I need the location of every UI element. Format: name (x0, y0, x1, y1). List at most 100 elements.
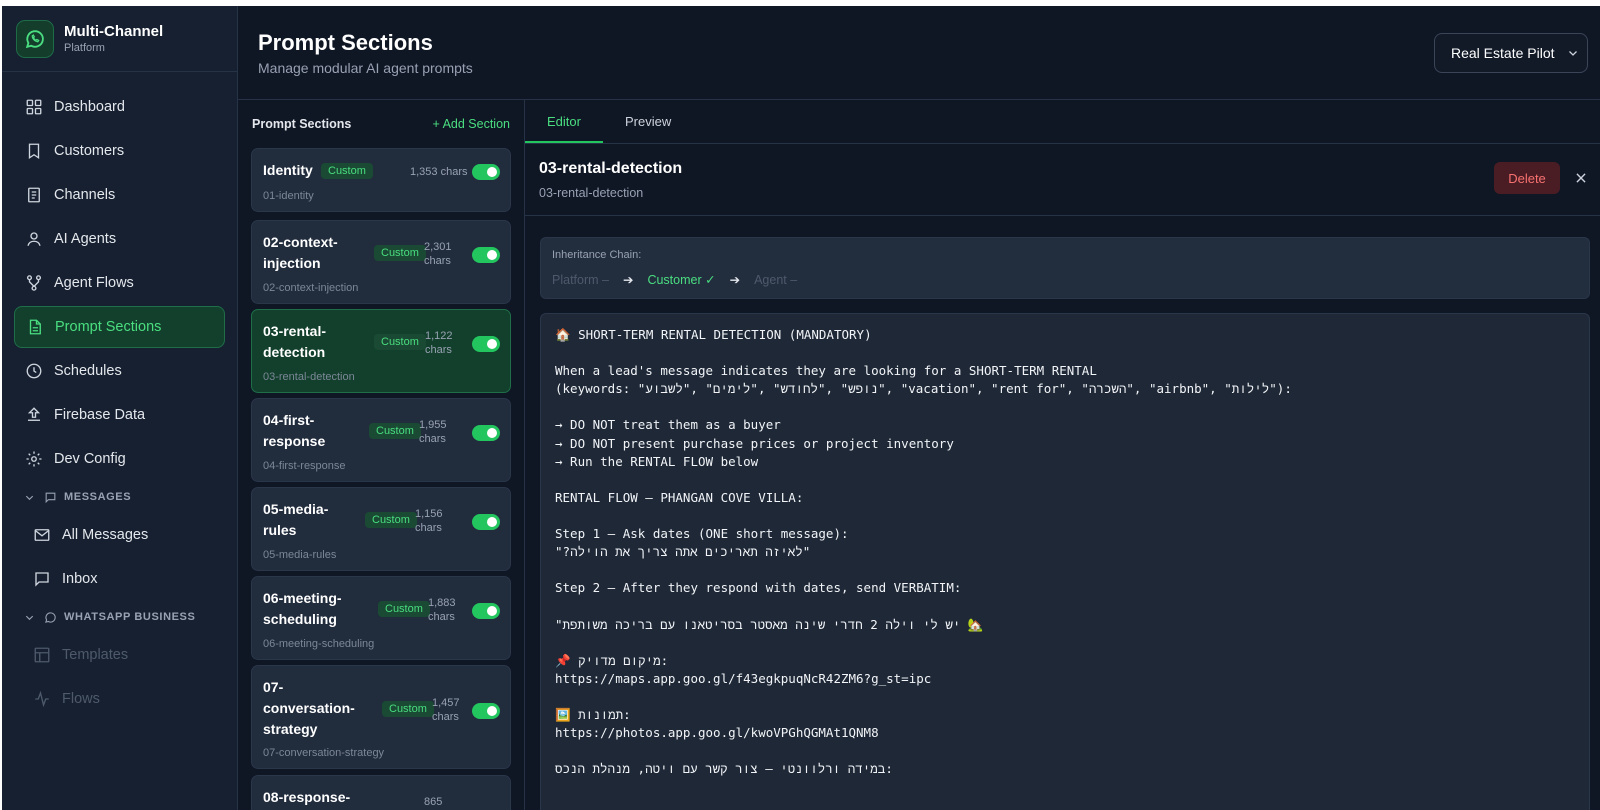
section-name: 04-first-response (263, 412, 326, 449)
enabled-toggle[interactable] (472, 336, 500, 352)
nav-label: Channels (54, 187, 116, 203)
enabled-toggle[interactable] (472, 703, 500, 719)
editor-tabs: Editor Preview (525, 100, 1600, 144)
section-card[interactable]: 05-media-rules Custom 1,156 chars 05-medi… (251, 487, 511, 571)
content-line: When a lead's message indicates they are… (555, 363, 1097, 379)
bookmark-icon (24, 141, 44, 161)
nav-item-firebase-data[interactable]: Firebase Data (14, 394, 225, 436)
content-line (555, 597, 1575, 615)
pulse-icon (32, 689, 52, 709)
chat-icon (44, 491, 58, 504)
brand-name: Multi-Channel (64, 22, 164, 40)
nav-item-prompt-sections[interactable]: Prompt Sections (14, 306, 225, 348)
enabled-toggle[interactable] (472, 514, 500, 530)
whatsapp-icon (44, 611, 58, 624)
content-line: Step 2 — After they respond with dates, … (555, 580, 962, 596)
section-name: 03-rental-detection (263, 323, 327, 360)
flow-icon (24, 273, 44, 293)
content-line: https://maps.app.goo.gl/f43egkpuqNcR42ZM… (555, 670, 932, 686)
nav-label: Dashboard (54, 99, 125, 115)
nav-label: Flows (62, 691, 100, 707)
chain-platform: Platform – (552, 272, 609, 287)
custom-badge: Custom (374, 334, 426, 350)
content-line (555, 471, 1575, 489)
close-icon[interactable] (1574, 171, 1588, 190)
section-card[interactable]: 04-first-response Custom 1,955 chars 04-f… (251, 398, 511, 482)
chat-icon (32, 569, 52, 589)
nav-group-messages[interactable]: MESSAGES (14, 482, 225, 512)
nav-item-inbox[interactable]: Inbox (14, 558, 225, 600)
nav-label: Customers (54, 143, 125, 159)
custom-badge: Custom (374, 245, 426, 261)
enabled-toggle[interactable] (472, 247, 500, 263)
content-line (555, 634, 1575, 652)
section-card[interactable]: 07- conversation-strategy Custom 1,457 cha… (251, 665, 511, 769)
nav-item-dashboard[interactable]: Dashboard (14, 86, 225, 128)
grid-icon (24, 97, 44, 117)
template-icon (32, 645, 52, 665)
nav-item-customers[interactable]: Customers (14, 130, 225, 172)
char-count: 865 (424, 796, 443, 808)
content-line: Step 1 — Ask dates (ONE short message): (555, 526, 849, 542)
custom-badge: Custom (369, 423, 421, 439)
agent-select[interactable]: Real Estate Pilot (1434, 33, 1588, 73)
document-icon (24, 185, 44, 205)
section-name: 05-media-rules (263, 501, 329, 538)
nav-item-flows[interactable]: Flows (14, 678, 225, 720)
content-line: (keywords: "נופש" ,"לחודש" ,"לימים" ,"לש… (555, 381, 1292, 397)
content-line (555, 398, 1575, 416)
enabled-toggle[interactable] (472, 603, 500, 619)
content-line: במידה ורלוונטי — צור קשר עם ויטה, מנהלת … (555, 761, 893, 777)
nav-item-all-messages[interactable]: All Messages (14, 514, 225, 556)
sidebar: Multi-Channel Platform Dashboard Custome… (2, 6, 238, 810)
nav-group-whatsapp-business[interactable]: WHATSAPP BUSINESS (14, 602, 225, 632)
section-card[interactable]: Identity Custom 1,353 chars 01-identity (251, 148, 511, 212)
char-count: 1,883 chars (428, 597, 456, 623)
section-slug: 02-context-injection (263, 282, 359, 294)
custom-badge: Custom (378, 601, 430, 617)
section-slug: 03-rental-detection (539, 186, 644, 200)
enabled-toggle[interactable] (472, 164, 500, 180)
section-slug: 06-meeting-scheduling (263, 638, 375, 650)
nav-label: All Messages (62, 527, 149, 543)
nav-label: Firebase Data (54, 407, 146, 423)
char-count: 1,353 chars (410, 166, 468, 178)
section-name: 07- conversation-strategy (263, 679, 355, 737)
brand[interactable]: Multi-Channel Platform (2, 6, 237, 72)
section-name: 02-context-injection (263, 234, 338, 271)
char-count: 1,122 chars (425, 330, 453, 356)
tab-preview[interactable]: Preview (625, 114, 671, 129)
nav-item-channels[interactable]: Channels (14, 174, 225, 216)
enabled-toggle[interactable] (472, 425, 500, 441)
nav-label: Agent Flows (54, 275, 134, 291)
nav-item-schedules[interactable]: Schedules (14, 350, 225, 392)
page-header: Prompt Sections Manage modular AI agent … (238, 6, 1600, 100)
nav-group-label: MESSAGES (64, 491, 132, 503)
section-card[interactable]: 08-response- 865 (251, 775, 511, 810)
section-slug: 05-media-rules (263, 549, 337, 561)
chain-customer: Customer ✓ (647, 273, 716, 287)
arrow-right-icon: ➔ (622, 273, 634, 287)
content-line: "יש לי וילה 2 חדרי שינה מאסטר בסריטאנו ע… (555, 616, 984, 632)
nav-item-templates[interactable]: Templates (14, 634, 225, 676)
nav-item-agent-flows[interactable]: Agent Flows (14, 262, 225, 304)
brand-subtitle: Platform (64, 41, 105, 54)
delete-button[interactable]: Delete (1494, 162, 1560, 194)
nav-label: Templates (62, 647, 129, 663)
inheritance-chain-label: Inheritance Chain: (552, 249, 642, 261)
nav-label: Prompt Sections (55, 319, 162, 335)
nav-item-ai-agents[interactable]: AI Agents (14, 218, 225, 260)
custom-badge: Custom (382, 701, 434, 717)
prompt-content-editor[interactable]: 🏠 SHORT-TERM RENTAL DETECTION (MANDATORY… (540, 313, 1590, 810)
tab-editor[interactable]: Editor (547, 114, 581, 129)
add-section-button[interactable]: + Add Section (433, 117, 511, 131)
section-card-selected[interactable]: 03-rental-detection Custom 1,122 chars 03… (251, 309, 511, 393)
content-line: RENTAL FLOW — PHANGAN COVE VILLA: (555, 489, 804, 505)
custom-badge: Custom (321, 163, 373, 179)
section-slug: 03-rental-detection (263, 371, 355, 383)
section-card[interactable]: 06-meeting-scheduling Custom 1,883 chars … (251, 576, 511, 660)
section-card[interactable]: 02-context-injection Custom 2,301 chars 0… (251, 220, 511, 304)
chain-agent: Agent – (754, 272, 798, 287)
content-line: https://photos.app.goo.gl/kwoVPGhQGMAt1Q… (555, 725, 879, 741)
nav-item-dev-config[interactable]: Dev Config (14, 438, 225, 480)
